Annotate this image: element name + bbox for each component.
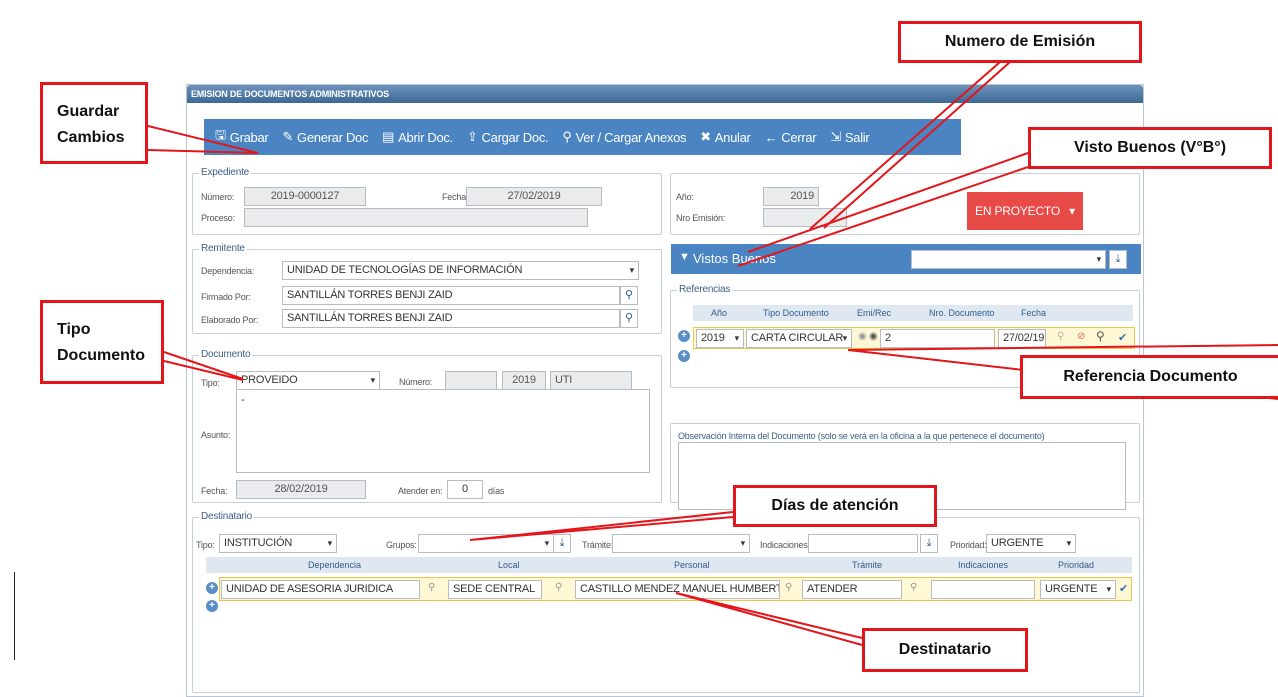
annotation-visto-buenos: Visto Buenos (V°B°) <box>1028 127 1272 169</box>
arrow-numero <box>809 61 1011 230</box>
annotation-tipo-text: Tipo Documento <box>57 321 145 364</box>
arrow-guardar <box>147 125 259 154</box>
annotation-destinatario-text: Destinatario <box>898 641 992 658</box>
annotation-referencia: Referencia Documento <box>1020 355 1278 399</box>
annotation-destinatario: Destinatario <box>862 628 1028 672</box>
arrow-dias <box>469 511 734 541</box>
annotation-tipo-documento: Tipo Documento <box>40 300 164 384</box>
arrow-destinatario <box>675 592 863 646</box>
annotation-guardar-text: Guardar Cambios <box>57 103 125 146</box>
annotation-dias-text: Días de atención <box>771 497 899 514</box>
annotation-dias-atencion: Días de atención <box>733 485 937 527</box>
arrow-visto <box>737 152 1029 267</box>
arrow-tipo <box>163 351 244 381</box>
annotation-numero-text: Numero de Emisión <box>944 33 1096 50</box>
annotation-arrows <box>147 61 1278 646</box>
annotation-numero-emision: Numero de Emisión <box>898 21 1142 63</box>
annotation-referencia-text: Referencia Documento <box>1063 368 1238 385</box>
annotation-visto-text: Visto Buenos (V°B°) <box>1073 139 1227 156</box>
annotation-guardar-cambios: Guardar Cambios <box>40 82 148 164</box>
